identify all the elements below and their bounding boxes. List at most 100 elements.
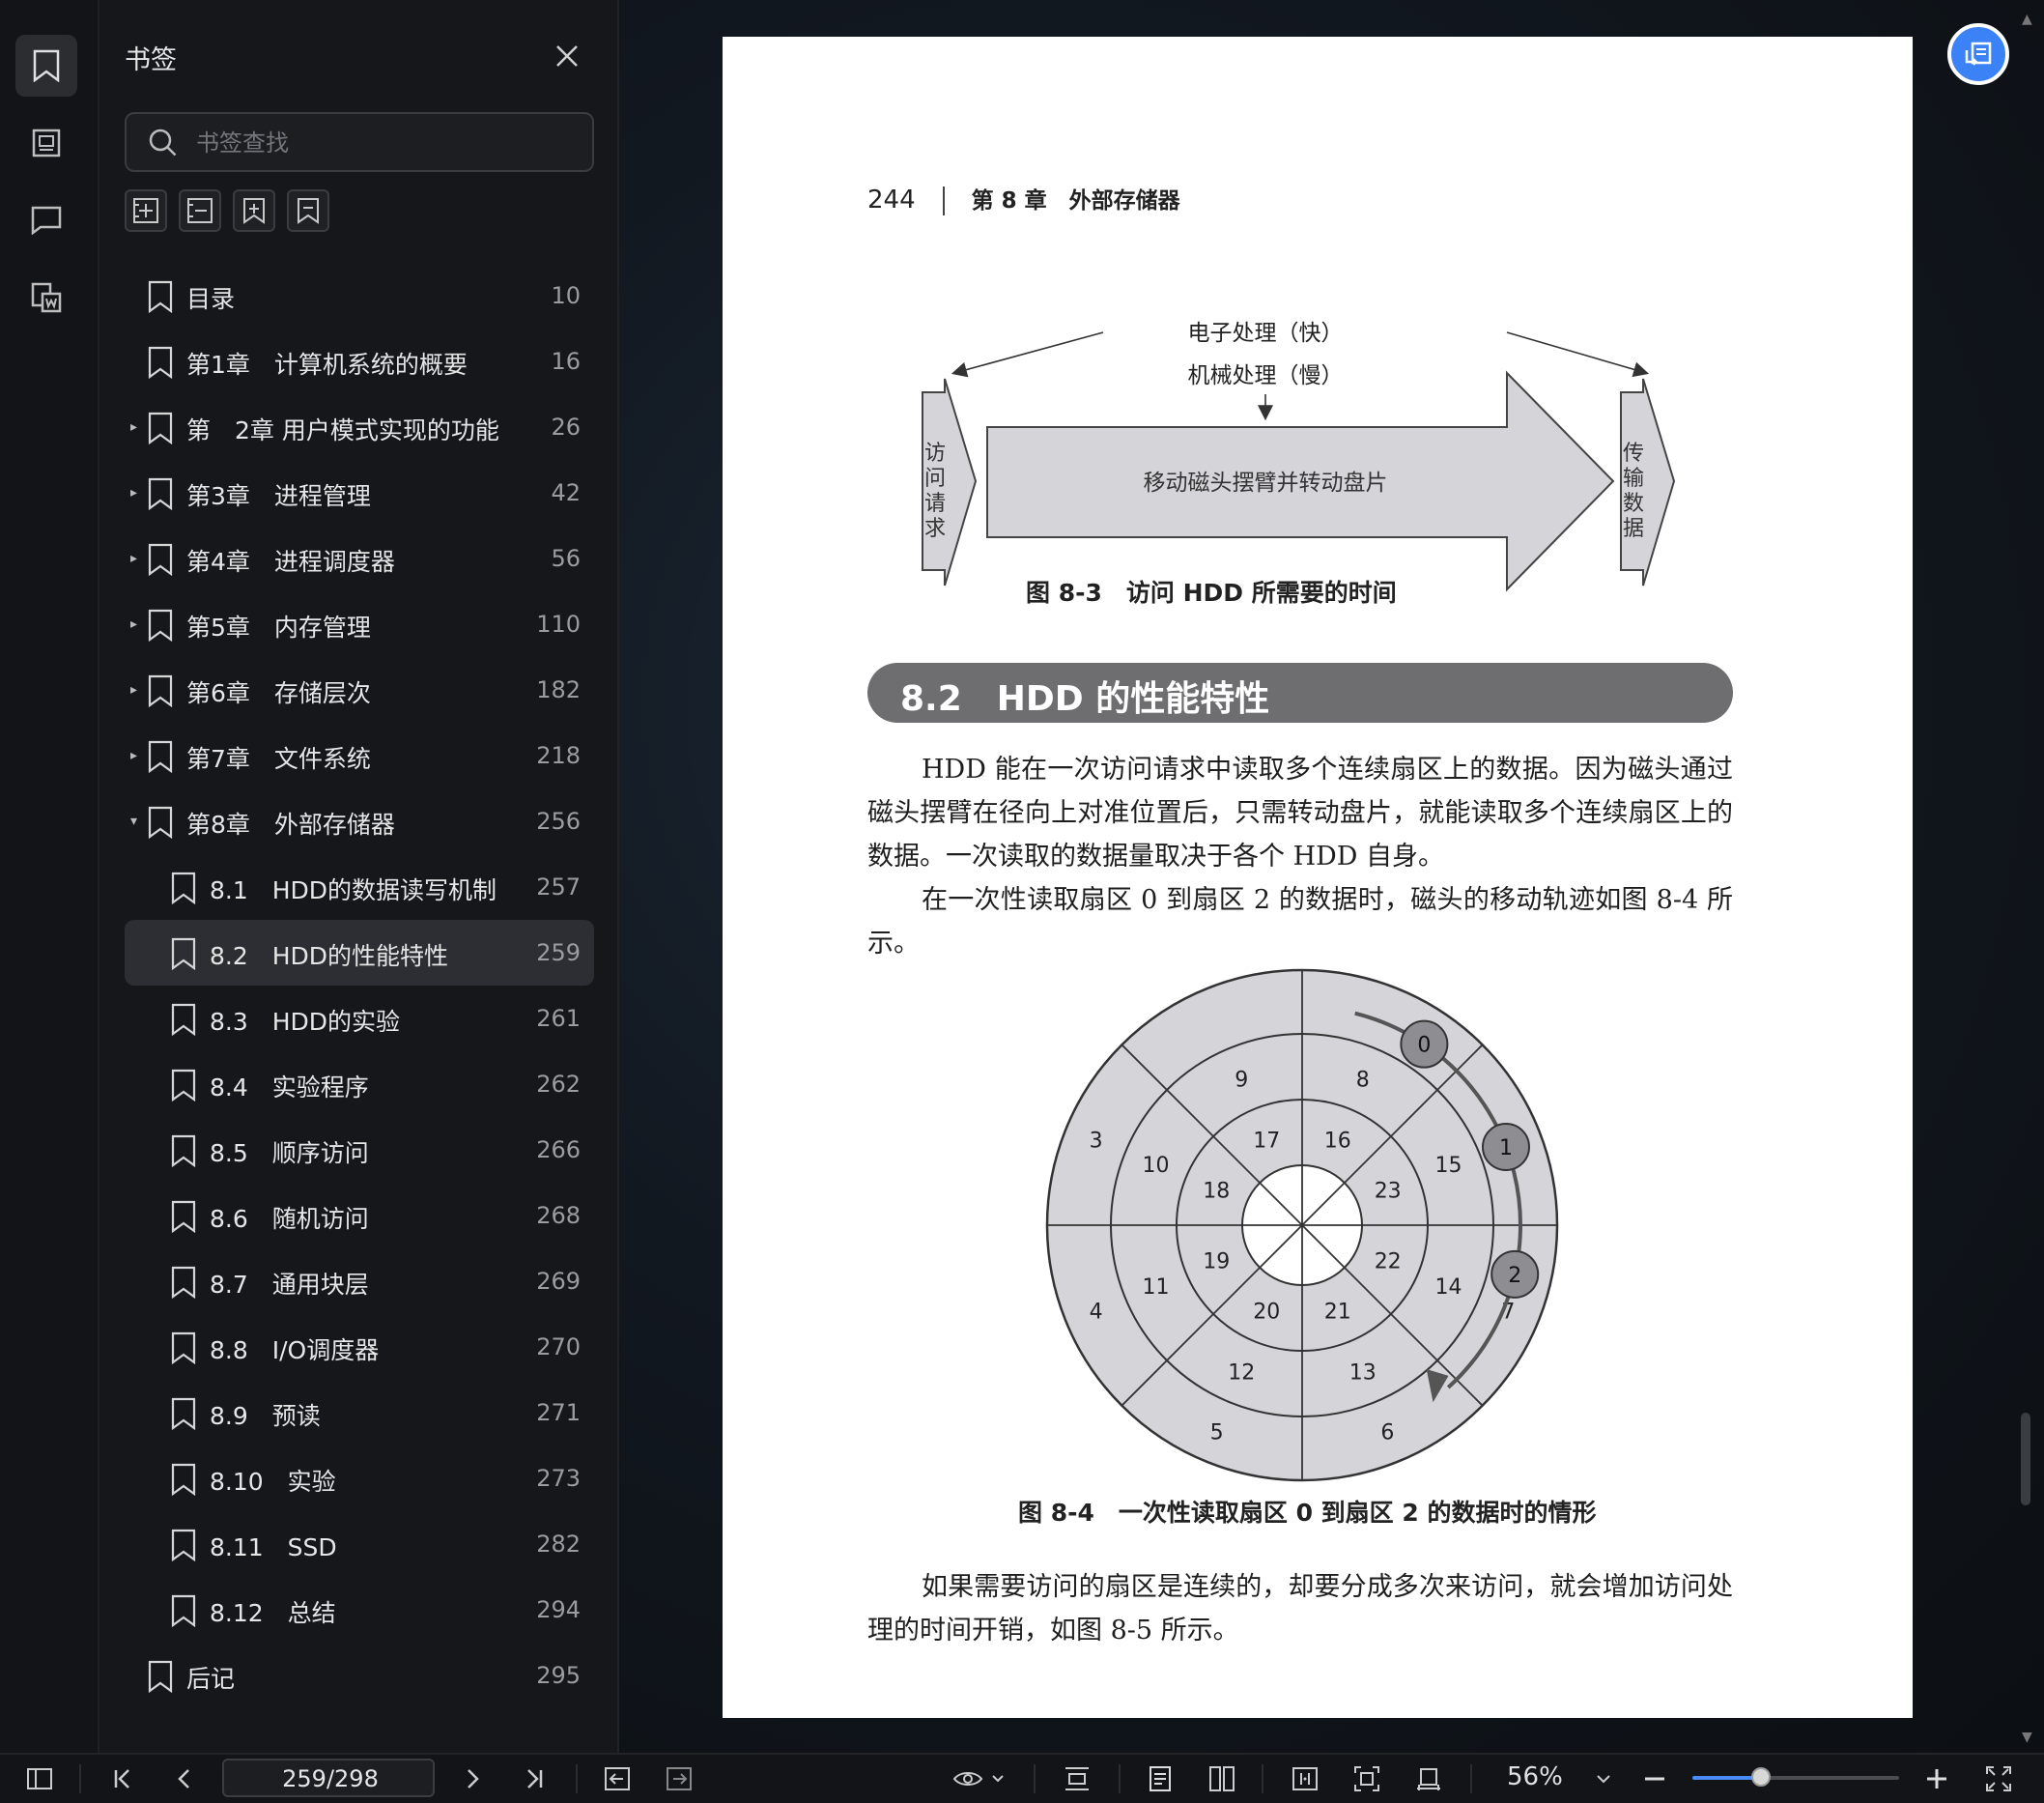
bookmark-item[interactable]: 8.7 通用块层 269: [125, 1248, 594, 1314]
bookmark-label: 8.11 SSD: [210, 1533, 337, 1561]
rotate-icon[interactable]: [1412, 1762, 1445, 1795]
zoom-slider[interactable]: [1692, 1767, 1899, 1787]
fig3-top-label: 电子处理（快）: [1188, 321, 1344, 346]
bookmark-item[interactable]: 8.3 HDD的实验 261: [125, 986, 594, 1051]
two-page-icon[interactable]: [1206, 1762, 1238, 1795]
paragraph-1: HDD 能在一次访问请求中读取多个连续扇区上的数据。因为磁头通过磁头摆臂在径向上…: [867, 748, 1733, 965]
bookmark-item[interactable]: ▸ 第6章 存储层次 182: [125, 657, 594, 723]
convert-document-button[interactable]: [1947, 23, 2009, 85]
vertical-scrollbar[interactable]: [2021, 1413, 2030, 1505]
bookmark-page-number: 261: [536, 1005, 581, 1032]
bookmark-item[interactable]: 目录 10: [125, 263, 594, 329]
add-bookmark-icon[interactable]: [233, 189, 275, 232]
sector-label: 23: [1375, 1179, 1402, 1203]
scroll-up-icon[interactable]: ▲: [2022, 12, 2032, 27]
figure-8-4: 76543815141312111091623222120191817012: [1045, 968, 1559, 1482]
expand-arrow-icon[interactable]: ▸: [130, 551, 137, 566]
expand-arrow-icon[interactable]: ▸: [130, 419, 137, 435]
back-icon[interactable]: [601, 1762, 634, 1795]
bookmark-item[interactable]: 8.2 HDD的性能特性 259: [125, 920, 594, 986]
bookmark-item[interactable]: ▸ 第3章 进程管理 42: [125, 460, 594, 526]
convert-panel-icon[interactable]: [15, 267, 77, 329]
sector-label: 13: [1349, 1361, 1377, 1386]
scroll-down-icon[interactable]: ▼: [2022, 1730, 2032, 1745]
expand-arrow-icon[interactable]: ▸: [130, 748, 137, 763]
view-mode-icon[interactable]: [951, 1762, 1008, 1795]
fig3-vertical-char: 问: [924, 467, 946, 491]
section-heading-text: 8.2 HDD 的性能特性: [900, 679, 1270, 719]
zoom-level[interactable]: 56%: [1507, 1762, 1563, 1791]
bookmark-item[interactable]: 8.11 SSD 282: [125, 1511, 594, 1577]
close-icon[interactable]: [554, 43, 581, 70]
prev-page-icon[interactable]: [168, 1762, 201, 1795]
expand-all-icon[interactable]: [125, 189, 167, 232]
paragraph-1-text: HDD 能在一次访问请求中读取多个连续扇区上的数据。因为磁头通过磁头摆臂在径向上…: [867, 755, 1733, 872]
bookmark-icon: [148, 280, 173, 313]
forward-icon[interactable]: [663, 1762, 696, 1795]
single-page-icon[interactable]: [1144, 1762, 1177, 1795]
sector-label: 5: [1210, 1420, 1224, 1445]
bookmark-item[interactable]: 8.5 顺序访问 266: [125, 1117, 594, 1183]
fit-page-height-icon[interactable]: [1061, 1762, 1093, 1795]
thumbnail-panel-icon[interactable]: [15, 112, 77, 174]
zoom-out-icon[interactable]: [1638, 1762, 1671, 1795]
search-input[interactable]: [194, 114, 575, 172]
bookmark-item[interactable]: 8.1 HDD的数据读写机制 257: [125, 854, 594, 920]
bookmark-label: 8.3 HDD的实验: [210, 1008, 401, 1036]
bookmark-icon[interactable]: [287, 189, 329, 232]
zoom-slider-handle[interactable]: [1750, 1767, 1771, 1787]
bookmark-page-number: 269: [536, 1268, 581, 1295]
last-page-icon[interactable]: [518, 1762, 551, 1795]
bookmark-item[interactable]: 后记 295: [125, 1643, 594, 1708]
zoom-dropdown-icon[interactable]: [1592, 1762, 1615, 1795]
bookmark-item[interactable]: 8.4 实验程序 262: [125, 1051, 594, 1117]
comment-panel-icon[interactable]: [15, 189, 77, 251]
bookmark-item[interactable]: ▾ 第8章 外部存储器 256: [125, 788, 594, 854]
fullscreen-icon[interactable]: [1982, 1762, 2015, 1795]
fit-width-icon[interactable]: [1350, 1762, 1383, 1795]
sidebar-toggle-icon[interactable]: [23, 1762, 56, 1795]
bookmark-item[interactable]: ▸ 第 2章 用户模式实现的功能 26: [125, 394, 594, 460]
bookmark-item[interactable]: ▸ 第4章 进程调度器 56: [125, 526, 594, 591]
bookmark-page-number: 262: [536, 1071, 581, 1098]
collapse-arrow-icon[interactable]: ▾: [130, 814, 137, 829]
actual-size-icon[interactable]: [1289, 1762, 1321, 1795]
expand-arrow-icon[interactable]: ▸: [130, 682, 137, 698]
search-icon: [149, 129, 177, 157]
paragraph-3: 如果需要访问的扇区是连续的，却要分成多次来访问，就会增加访问处理的时间开销，如图…: [867, 1565, 1733, 1652]
page-input[interactable]: [224, 1760, 437, 1797]
bookmark-panel-icon[interactable]: [15, 35, 77, 97]
bookmark-page-number: 56: [551, 545, 581, 572]
bookmark-item[interactable]: 第1章 计算机系统的概要 16: [125, 329, 594, 394]
bookmark-icon: [148, 806, 173, 839]
bookmark-page-number: 26: [551, 414, 581, 441]
bookmark-item[interactable]: 8.12 总结 294: [125, 1577, 594, 1643]
read-sector-label: 2: [1508, 1264, 1521, 1288]
bookmark-search: [125, 112, 594, 172]
bookmark-item[interactable]: 8.8 I/O调度器 270: [125, 1314, 594, 1380]
paragraph-3-text: 如果需要访问的扇区是连续的，却要分成多次来访问，就会增加访问处理的时间开销，如图…: [867, 1572, 1733, 1646]
zoom-in-icon[interactable]: [1920, 1762, 1953, 1795]
toolbar-divider: [79, 1764, 81, 1793]
bookmark-icon: [148, 609, 173, 642]
collapse-all-icon[interactable]: [179, 189, 221, 232]
next-page-icon[interactable]: [456, 1762, 489, 1795]
page-indicator-field[interactable]: [222, 1759, 437, 1797]
bookmark-icon: [171, 1529, 196, 1561]
bookmark-item[interactable]: 8.10 实验 273: [125, 1445, 594, 1511]
sector-label: 17: [1253, 1129, 1280, 1153]
bookmark-item[interactable]: ▸ 第5章 内存管理 110: [125, 591, 594, 657]
bookmark-icon: [148, 1660, 173, 1693]
bookmark-page-number: 42: [551, 479, 581, 506]
first-page-icon[interactable]: [106, 1762, 139, 1795]
bookmark-item[interactable]: 8.9 预读 271: [125, 1380, 594, 1445]
bookmark-page-number: 295: [536, 1662, 581, 1689]
bookmark-label: 8.7 通用块层: [210, 1271, 369, 1299]
bookmark-icon: [148, 674, 173, 707]
expand-arrow-icon[interactable]: ▸: [130, 485, 137, 501]
toolbar-divider: [1262, 1764, 1263, 1793]
fig3-vertical-char: 请: [924, 492, 946, 516]
bookmark-item[interactable]: ▸ 第7章 文件系统 218: [125, 723, 594, 788]
expand-arrow-icon[interactable]: ▸: [130, 616, 137, 632]
bookmark-item[interactable]: 8.6 随机访问 268: [125, 1183, 594, 1248]
